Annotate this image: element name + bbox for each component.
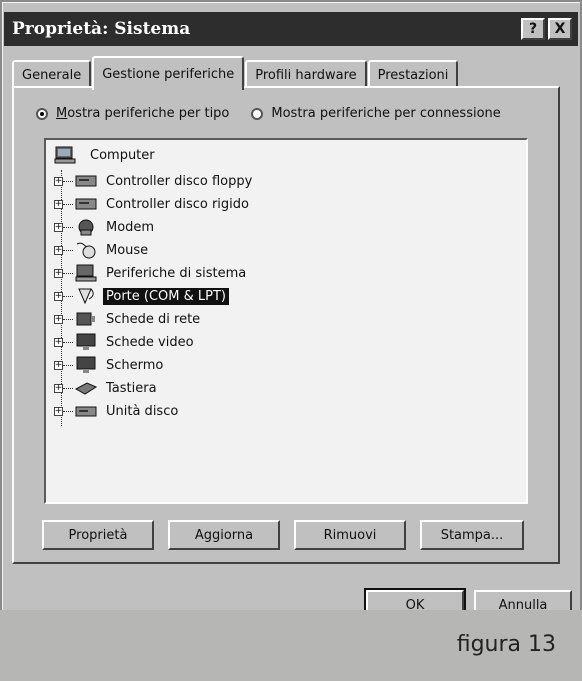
display-adapter-icon <box>75 333 97 351</box>
tree-item[interactable]: + Controller disco floppy <box>54 170 255 192</box>
tree-item[interactable]: + Unità disco <box>54 400 181 422</box>
tree-item-label: Porte (COM & LPT) <box>103 287 229 305</box>
tree-item-label: Controller disco floppy <box>106 173 253 189</box>
expand-icon[interactable]: + <box>54 314 63 324</box>
tab-strip: Generale Gestione periferiche Profili ha… <box>12 54 459 90</box>
help-button[interactable]: ? <box>521 18 545 40</box>
tree-item-label: Tastiera <box>106 380 157 396</box>
system-devices-icon <box>75 264 97 282</box>
tree-item[interactable]: + Controller disco rigido <box>54 193 252 215</box>
expand-icon[interactable]: + <box>54 245 63 255</box>
computer-icon <box>54 146 76 164</box>
expand-icon[interactable]: + <box>54 337 63 347</box>
tab-prestazioni[interactable]: Prestazioni <box>367 60 459 88</box>
keyboard-icon <box>75 379 97 397</box>
tab-gestione-periferiche[interactable]: Gestione periferiche <box>92 56 245 90</box>
tab-generale[interactable]: Generale <box>12 60 92 88</box>
mouse-icon <box>75 241 97 259</box>
print-button[interactable]: Stampa... <box>420 520 524 550</box>
tree-item-label: Unità disco <box>106 403 179 419</box>
radio-by-connection[interactable]: Mostra periferiche per connessione <box>251 106 501 121</box>
tree-item[interactable]: + Periferiche di sistema <box>54 262 249 284</box>
expand-icon[interactable]: + <box>54 222 63 232</box>
expand-icon[interactable]: + <box>54 360 63 370</box>
radio-by-type[interactable]: Mostra periferiche per tipo <box>36 106 229 121</box>
expand-icon[interactable]: + <box>54 291 63 301</box>
device-tree[interactable]: Computer + Controller disco floppy + Con… <box>44 138 528 504</box>
hard-disk-controller-icon <box>75 195 97 213</box>
tree-item-label: Controller disco rigido <box>106 196 249 212</box>
expand-icon[interactable]: + <box>54 406 63 416</box>
expand-icon[interactable]: + <box>54 199 63 209</box>
ports-icon <box>75 287 97 305</box>
network-adapter-icon <box>75 310 97 328</box>
modem-icon <box>75 218 97 236</box>
figure-caption: figura 13 <box>456 632 556 657</box>
title-bar[interactable]: Proprietà: Sistema ? X <box>4 12 578 46</box>
radio-by-type-label: Mostra periferiche per tipo <box>56 106 230 121</box>
figure-caption-area: figura 13 <box>0 610 582 681</box>
monitor-icon <box>75 356 97 374</box>
expand-icon[interactable]: + <box>54 383 63 393</box>
tree-item-label: Schede di rete <box>106 311 201 327</box>
tree-item[interactable]: + Schede di rete <box>54 308 203 330</box>
tree-item-label: Schermo <box>106 357 164 373</box>
tree-item-label: Modem <box>106 219 155 235</box>
disk-drive-icon <box>75 402 97 420</box>
expand-icon[interactable]: + <box>54 268 63 278</box>
tree-item-label: Periferiche di sistema <box>106 265 247 281</box>
expand-icon[interactable]: + <box>54 176 63 186</box>
tree-item[interactable]: + Schermo <box>54 354 166 376</box>
tree-item-label: Mouse <box>106 242 149 258</box>
radio-checked-icon[interactable] <box>36 107 48 120</box>
tree-item-label: Schede video <box>106 334 194 350</box>
tab-profili-hardware[interactable]: Profili hardware <box>245 60 367 88</box>
tree-item[interactable]: + Schede video <box>54 331 197 353</box>
close-button[interactable]: X <box>548 18 572 40</box>
tree-item[interactable]: + Tastiera <box>54 377 160 399</box>
tree-item[interactable]: + Mouse <box>54 239 151 261</box>
remove-button[interactable]: Rimuovi <box>294 520 406 550</box>
tree-item[interactable]: + Modem <box>54 216 157 238</box>
floppy-controller-icon <box>75 172 97 190</box>
tree-root-label: Computer <box>90 147 155 163</box>
window-title: Proprietà: Sistema <box>12 19 191 39</box>
system-properties-dialog: Proprietà: Sistema ? X Generale Gestione… <box>0 0 582 622</box>
refresh-button[interactable]: Aggiorna <box>168 520 280 550</box>
properties-button[interactable]: Proprietà <box>42 520 154 550</box>
radio-unchecked-icon[interactable] <box>251 107 264 120</box>
view-mode-radio-group: Mostra periferiche per tipo Mostra perif… <box>36 106 501 121</box>
tree-root-computer[interactable]: Computer <box>52 146 155 164</box>
tree-item-selected[interactable]: + Porte (COM & LPT) <box>54 285 229 307</box>
radio-by-connection-label: Mostra periferiche per connessione <box>271 106 501 121</box>
